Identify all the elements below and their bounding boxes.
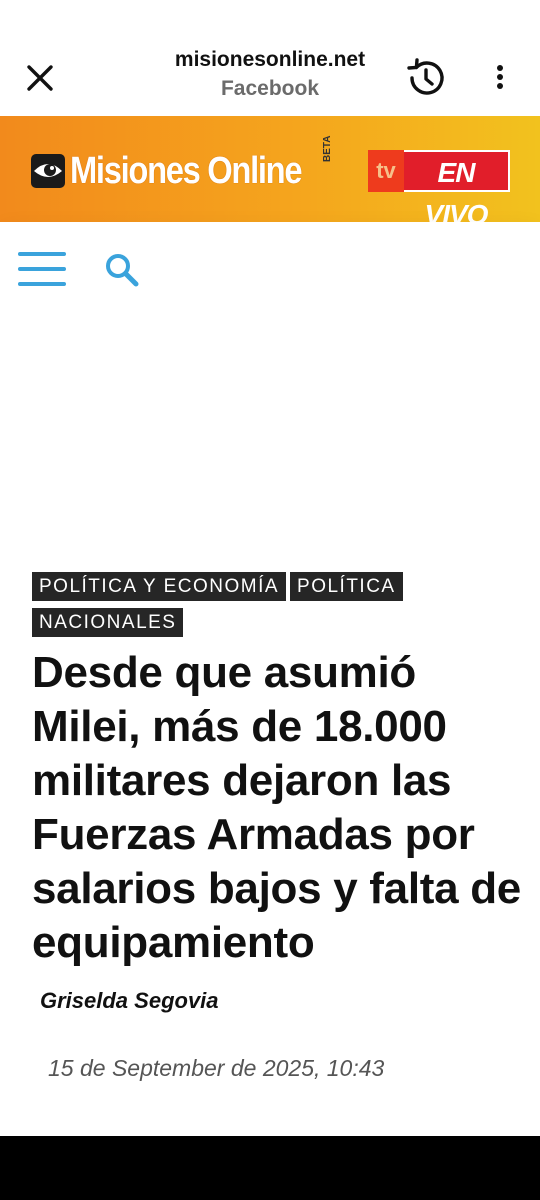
browser-top-bar: misionesonline.net Facebook — [0, 0, 540, 116]
live-label: EN VIVO — [404, 150, 510, 230]
nav-bar — [0, 222, 540, 308]
more-vert-icon — [497, 65, 503, 89]
article-headline: Desde que asumió Milei, más de 18.000 mi… — [32, 648, 521, 967]
url-info[interactable]: misionesonline.net Facebook — [90, 46, 450, 104]
history-button[interactable] — [404, 56, 448, 100]
close-button[interactable] — [20, 58, 60, 98]
live-tv-button[interactable]: tv EN VIVO — [368, 150, 510, 230]
system-nav-bar — [0, 1136, 540, 1200]
site-logo[interactable]: Misiones Online — [30, 149, 339, 193]
category-tags: POLÍTICA Y ECONOMÍA POLÍTICA NACIONALES — [32, 572, 512, 644]
page-domain: misionesonline.net — [174, 48, 366, 71]
beta-label: BETA — [322, 135, 333, 162]
article-date: 15 de September de 2025, 10:43 — [48, 1055, 385, 1081]
tag-politica-economia[interactable]: POLÍTICA Y ECONOMÍA — [32, 572, 287, 601]
close-icon — [27, 65, 53, 91]
search-icon — [106, 254, 139, 287]
brand-header: Misiones Online BETA tv EN VIVO — [0, 116, 540, 230]
eye-logo-icon — [31, 154, 65, 188]
article-author[interactable]: Griselda Segovia — [40, 988, 219, 1014]
page-source: Facebook — [220, 77, 320, 100]
history-icon — [407, 58, 444, 95]
tv-label: tv — [368, 150, 404, 192]
more-options-button[interactable] — [486, 60, 514, 96]
hamburger-menu-icon[interactable] — [18, 252, 66, 288]
search-button[interactable] — [102, 250, 142, 290]
logo-text: Misiones Online — [70, 150, 303, 192]
ad-placeholder — [0, 308, 540, 570]
tag-nacionales[interactable]: NACIONALES — [32, 608, 184, 637]
tag-politica[interactable]: POLÍTICA — [290, 572, 403, 601]
